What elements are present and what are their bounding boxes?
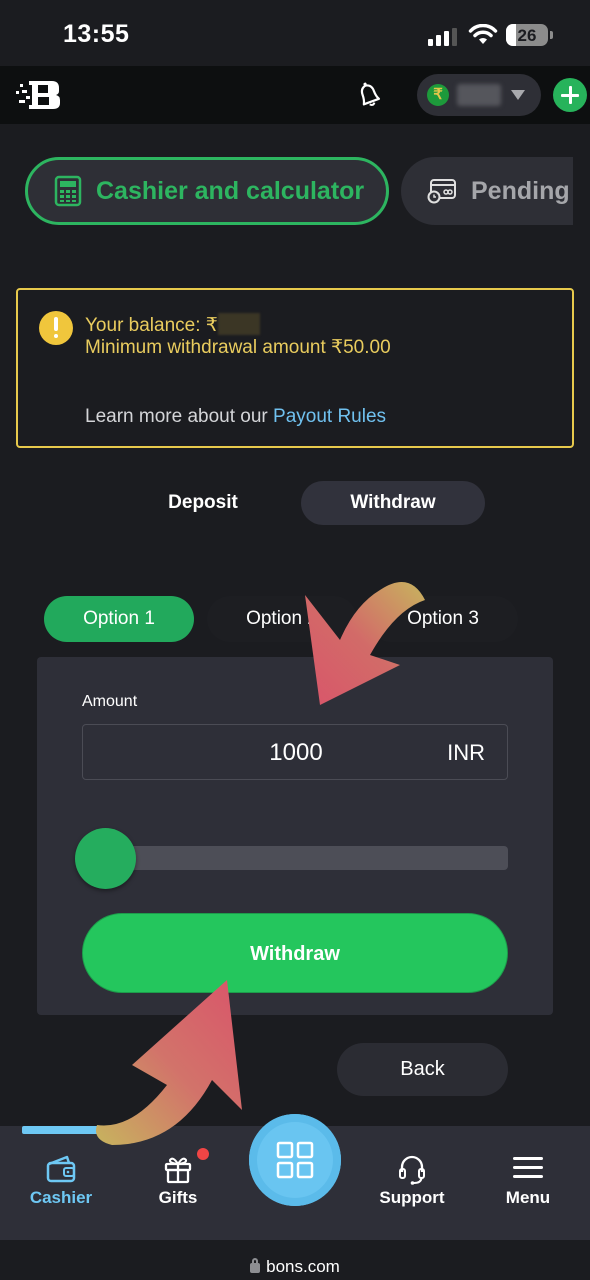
add-funds-button[interactable] [553,78,587,112]
payout-rules-text: Learn more about our Payout Rules [85,406,387,427]
battery-level: 26 [517,26,537,45]
tab-cashier-calculator[interactable]: Cashier and calculator [25,157,389,225]
balance-line: Your balance: ₹ [85,313,260,337]
warning-icon [39,311,73,345]
tab-label: Cashier and calculator [96,176,365,205]
amount-label: Amount [82,693,138,710]
payment-options: Option 1 Option 2 Option 3 [0,596,590,642]
nav-label: Gifts [158,1188,198,1207]
calculator-icon [54,175,82,207]
amount-field[interactable]: INR [82,724,509,780]
logo-icon[interactable] [14,79,64,111]
deposit-tab[interactable]: Deposit [108,481,298,525]
tab-label: Pending [471,176,570,205]
amount-slider-track[interactable] [107,846,508,870]
grid-icon [276,1141,314,1179]
withdraw-submit-button[interactable]: Withdraw [82,913,508,993]
url-text: bons.com [266,1257,340,1276]
balance-hidden-value [457,84,501,106]
nav-support[interactable]: Support [366,1126,458,1226]
balance-hidden-value [217,313,260,335]
rupee-icon: ₹ [427,84,449,106]
option-2[interactable]: Option 2 [207,596,357,642]
nav-label: Menu [505,1188,551,1207]
withdrawal-info-alert: Your balance: ₹ Minimum withdrawal amoun… [16,288,574,448]
payout-rules-link[interactable]: Payout Rules [273,406,386,427]
minimum-withdrawal: Minimum withdrawal amount ₹50.00 [85,337,391,358]
top-tabs: Cashier and calculator Pending [0,157,590,225]
app-header: ₹ [0,66,590,124]
lock-icon [250,1258,261,1273]
nav-label: Cashier [29,1188,93,1207]
hamburger-icon [513,1157,543,1178]
option-3[interactable]: Option 3 [368,596,518,642]
withdraw-form: Amount INR Withdraw [37,657,553,1015]
bell-icon[interactable] [352,78,386,112]
battery-icon: 26 [506,24,548,46]
notification-badge [197,1148,209,1160]
amount-input[interactable] [83,739,509,767]
card-clock-icon [427,179,456,204]
amount-slider-thumb[interactable] [75,828,136,889]
status-bar: 13:55 26 [0,0,590,66]
wifi-icon [468,24,498,44]
browser-address-bar[interactable]: bons.com [0,1240,590,1280]
tab-pending[interactable]: Pending [401,157,590,225]
nav-all-games-button[interactable] [249,1114,341,1206]
gift-icon [164,1157,192,1184]
withdraw-tab[interactable]: Withdraw [301,481,485,525]
nav-cashier[interactable]: Cashier [20,1126,102,1226]
nav-gifts[interactable]: Gifts [140,1126,216,1226]
balance-dropdown[interactable]: ₹ [417,74,541,116]
back-button[interactable]: Back [337,1043,508,1096]
status-time: 13:55 [63,20,130,48]
currency-label: INR [447,740,485,765]
option-1[interactable]: Option 1 [44,596,194,642]
mode-switch: Deposit Withdraw [0,481,590,525]
signal-icon [428,28,458,46]
wallet-icon [46,1155,76,1183]
chevron-down-icon [511,90,525,100]
nav-label: Support [379,1188,445,1207]
nav-menu[interactable]: Menu [492,1126,564,1226]
active-nav-indicator [22,1126,100,1134]
headset-icon [399,1155,425,1185]
